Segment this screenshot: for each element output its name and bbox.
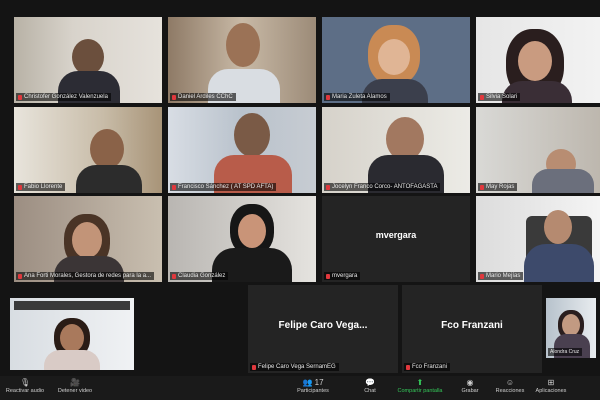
video-feed [476,107,600,193]
mic-muted-icon [406,364,410,370]
video-feed [168,107,316,193]
participant-tile[interactable]: mvergara mvergara [322,196,470,282]
mic-muted-icon [18,94,22,100]
participant-name-label: mvergara [324,272,361,280]
share-screen-icon: ⬆ [416,378,424,387]
video-feed [14,17,162,103]
participant-tile[interactable]: Jocelyn Franco Corco- ANTOFAGASTA [322,107,470,193]
participant-name-label: Maria Zuleta Alamos [324,93,390,101]
participant-tile[interactable]: Fabio Llorente [14,107,162,193]
participant-display-name: mvergara [375,230,417,241]
video-feed [322,107,470,193]
video-feed [168,196,316,282]
participant-display-name: Fco Franzani [441,320,503,332]
participant-tile[interactable]: Ana Forti Morales, Gestora de redes para… [14,196,162,282]
meeting-toolbar: 🎙 Reactivar audio 🎥 Detener video 👥 17 P… [0,376,600,400]
participant-name-label: Alondra Cruz [548,348,583,356]
mic-muted-icon [18,184,22,190]
mic-muted-icon [326,184,330,190]
mic-muted-icon [480,273,484,279]
participants-icon: 👥 17 [302,378,324,387]
apps-icon: ⊞ [547,378,555,387]
stop-video-button[interactable]: 🎥 Detener video [50,378,100,394]
participant-name-label: Francisco Sánchez ( AT SPD AFTA) [170,183,277,191]
video-feed [10,298,134,370]
participant-tile[interactable]: Christofer González Valenzuela [14,17,162,103]
mic-muted-icon [172,184,176,190]
reactions-icon: ☺ [505,378,515,387]
video-feed [168,17,316,103]
mic-muted-icon [480,184,484,190]
mic-muted-icon [326,273,330,279]
participant-name-label: Daniel Ardiles CChC [170,93,236,101]
video-camera-icon: 🎥 [70,378,80,387]
apps-button[interactable]: ⊞ Aplicaciones [526,378,576,394]
chat-button[interactable]: 💬 Chat [345,378,395,394]
chat-icon: 💬 [365,378,375,387]
participant-tile[interactable]: Daniel Ardiles CChC [168,17,316,103]
participant-tile[interactable]: Fco Franzani Fco Franzani [402,285,542,373]
participant-name-label: Fabio Llorente [16,183,66,191]
participant-tile[interactable]: Claudia González [168,196,316,282]
participant-display-name: Felipe Caro Vega... [278,320,368,332]
self-view-tile[interactable] [10,298,134,370]
participant-name-label: Felipe Caro Vega SernamEG [250,363,339,371]
participant-tile[interactable]: May Rojas [476,107,600,193]
mic-muted-icon [18,273,22,279]
participant-name-label: Mario Mejías [478,272,524,280]
share-screen-button[interactable]: ⬆ Compartir pantalla [395,378,445,394]
video-feed [14,196,162,282]
participant-tile[interactable]: Silvia Solari [476,17,600,103]
participant-name-label: Ana Forti Morales, Gestora de redes para… [16,272,155,280]
record-icon: ◉ [466,378,474,387]
mic-muted-icon [480,94,484,100]
mic-muted-icon [172,94,176,100]
participant-tile[interactable]: Francisco Sánchez ( AT SPD AFTA) [168,107,316,193]
participant-name-label: Jocelyn Franco Corco- ANTOFAGASTA [324,183,441,191]
video-feed [14,107,162,193]
mic-muted-icon [326,94,330,100]
participants-button[interactable]: 👥 17 Participantes [288,378,338,394]
video-feed [322,17,470,103]
participant-name-label: Claudia González [170,272,229,280]
participant-name-label: Christofer González Valenzuela [16,93,111,101]
mic-muted-icon [172,273,176,279]
microphone-muted-icon: 🎙 [20,378,31,387]
participant-tile[interactable]: Maria Zuleta Alamos [322,17,470,103]
participant-name-label: May Rojas [478,183,518,191]
participant-tile[interactable]: Mario Mejías [476,196,600,282]
unmute-button[interactable]: 🎙 Reactivar audio [0,378,50,394]
participant-tile[interactable]: Felipe Caro Vega... Felipe Caro Vega Ser… [248,285,398,373]
participant-name-label: Fco Franzani [404,363,451,371]
video-feed [476,17,600,103]
video-feed [476,196,600,282]
participant-tile[interactable]: Alondra Cruz [546,298,596,358]
mic-muted-icon [252,364,256,370]
participant-name-label: Silvia Solari [478,93,521,101]
